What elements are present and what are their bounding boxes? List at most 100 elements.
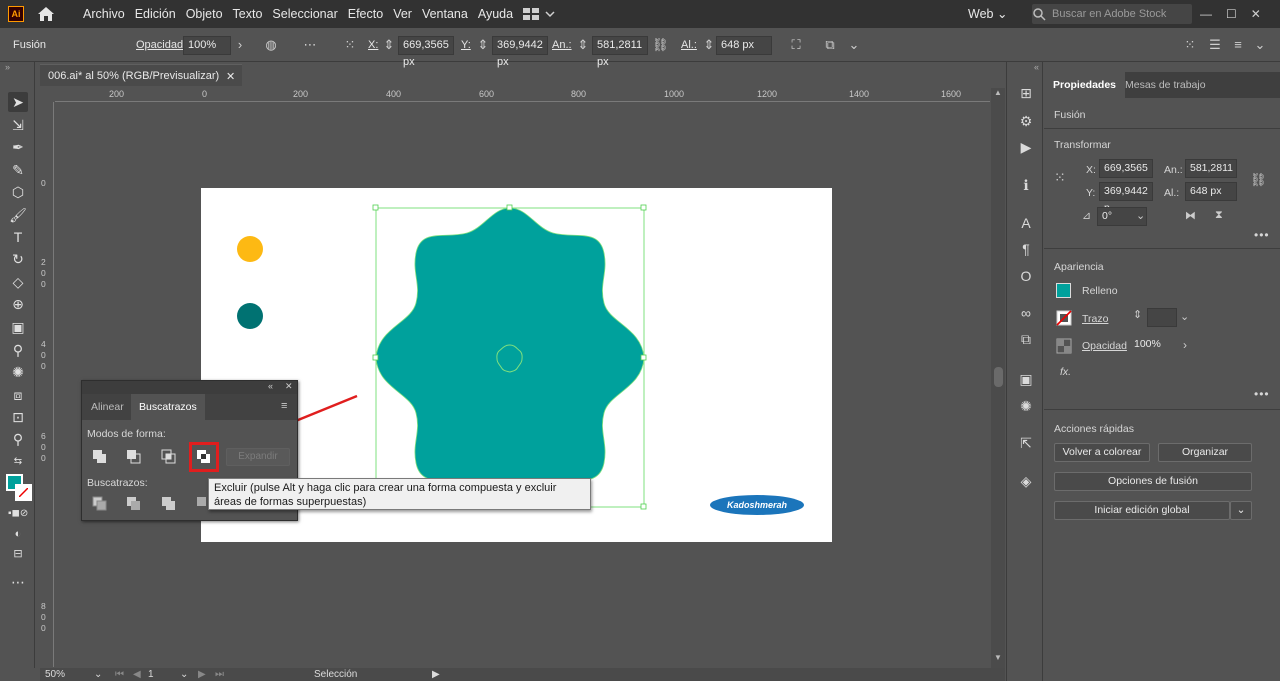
opacity-label[interactable]: Opacidad: [1082, 340, 1127, 352]
menu-ayuda[interactable]: Ayuda: [473, 0, 518, 28]
tab-pathfinder[interactable]: Buscatrazos: [131, 394, 205, 420]
opacity-label[interactable]: Opacidad:: [136, 39, 186, 51]
stroke-label[interactable]: Trazo: [1082, 313, 1108, 325]
scroll-thumb[interactable]: [994, 367, 1003, 387]
horizontal-ruler[interactable]: 200 0 200 400 600 800 1000 1200 1400 160…: [55, 88, 990, 102]
character-icon[interactable]: A: [1017, 214, 1035, 232]
symbol-sprayer-tool-icon[interactable]: ✺: [8, 362, 28, 382]
zoom-tool-icon[interactable]: ⚲: [8, 429, 28, 449]
yellow-circle[interactable]: [237, 236, 263, 262]
chevron-down-icon[interactable]: ⌄: [1180, 310, 1189, 323]
collapse-panel-icon[interactable]: «: [268, 381, 273, 391]
dark-teal-circle[interactable]: [237, 303, 263, 329]
h-stepper-icon[interactable]: ⇕: [701, 37, 717, 53]
layers-icon[interactable]: ◈: [1017, 472, 1035, 490]
chevron-right-icon[interactable]: ›: [1183, 338, 1187, 352]
rotate-tool-icon[interactable]: ↻: [8, 249, 28, 269]
opacity-field[interactable]: 100%: [183, 36, 231, 55]
collapse-icon[interactable]: «: [1034, 62, 1039, 72]
menu-texto[interactable]: Texto: [228, 0, 268, 28]
pen-tool-icon[interactable]: ✒: [8, 137, 28, 157]
curvature-tool-icon[interactable]: ✎: [8, 160, 28, 180]
zoom-level[interactable]: 50%: [45, 669, 65, 680]
export-icon[interactable]: ⇱: [1017, 434, 1035, 452]
menu-icon[interactable]: ≡: [1230, 37, 1246, 53]
draw-mode-icon[interactable]: ◐: [8, 524, 28, 544]
appearance-icon[interactable]: ✺: [1017, 397, 1035, 415]
global-edit-dropdown[interactable]: ⌄: [1230, 501, 1252, 520]
stroke-stepper-icon[interactable]: ⇕: [1133, 308, 1142, 321]
w-field[interactable]: 581,2811 px: [592, 36, 648, 68]
menu-efecto[interactable]: Efecto: [343, 0, 388, 28]
eyedropper-tool-icon[interactable]: ⚲: [8, 340, 28, 360]
close-panel-icon[interactable]: ✕: [285, 381, 293, 392]
brush-tool-icon[interactable]: 🖌: [8, 205, 28, 225]
stock-search-input[interactable]: Buscar en Adobe Stock: [1032, 4, 1192, 24]
trim-icon[interactable]: [125, 495, 143, 513]
direct-selection-tool-icon[interactable]: ⇲: [8, 115, 28, 135]
libraries-icon[interactable]: ⊞: [1017, 84, 1035, 102]
type-tool-icon[interactable]: T: [8, 227, 28, 247]
info-icon[interactable]: ℹ: [1017, 176, 1035, 194]
menu-ver[interactable]: Ver: [388, 0, 417, 28]
minus-front-icon[interactable]: [125, 448, 143, 466]
w-field[interactable]: 581,2811 p: [1185, 159, 1237, 191]
isolate-icon[interactable]: ⧉: [822, 37, 838, 53]
y-field[interactable]: 369,9442 px: [492, 36, 548, 68]
link-proportions-icon[interactable]: ⛓: [1250, 172, 1267, 188]
merge-icon[interactable]: [160, 495, 178, 513]
home-icon[interactable]: [37, 6, 55, 22]
recolor-button[interactable]: Volver a colorear: [1054, 443, 1150, 462]
chevron-right-icon[interactable]: ›: [232, 37, 248, 53]
scalloped-flower-shape[interactable]: [375, 207, 645, 509]
gradient-tool-icon[interactable]: ▣: [8, 317, 28, 337]
link-proportions-icon[interactable]: ⛓: [652, 37, 669, 53]
menu-ventana[interactable]: Ventana: [417, 0, 473, 28]
screen-mode-icon[interactable]: ⊟: [8, 544, 28, 564]
align-to-icon[interactable]: ⋯: [302, 37, 318, 53]
panel-header[interactable]: « ✕: [82, 381, 297, 394]
arrange-button[interactable]: Organizar: [1158, 443, 1252, 462]
properties-icon[interactable]: ⚙: [1017, 112, 1035, 130]
artboard-number[interactable]: 1: [148, 669, 154, 680]
stroke-weight-field[interactable]: [1147, 308, 1177, 327]
y-field[interactable]: 369,9442 p: [1099, 182, 1153, 214]
fill-swatch[interactable]: [1056, 283, 1071, 298]
links-icon[interactable]: ∞: [1017, 304, 1035, 322]
scroll-down-icon[interactable]: ▼: [994, 653, 1002, 662]
opacity-icon[interactable]: [1056, 338, 1072, 354]
chevron-down-icon[interactable]: ⌄: [1136, 209, 1145, 222]
chevron-down-icon[interactable]: ⌄: [94, 669, 102, 680]
tab-properties[interactable]: Propiedades: [1044, 72, 1126, 98]
reference-point-icon[interactable]: ⁙: [1054, 169, 1066, 186]
menu-seleccionar[interactable]: Seleccionar: [267, 0, 342, 28]
reference-point-icon[interactable]: ⁙: [342, 37, 358, 53]
stroke-swatch[interactable]: [15, 484, 32, 501]
document-tab[interactable]: 006.ai* al 50% (RGB/Previsualizar) ✕: [40, 64, 242, 86]
close-window-icon[interactable]: ✕: [1251, 7, 1261, 21]
flip-horizontal-icon[interactable]: ⧓: [1185, 209, 1196, 222]
stroke-swatch[interactable]: [1056, 310, 1072, 326]
tab-align[interactable]: Alinear: [83, 394, 132, 420]
chevron-down-icon[interactable]: ⌄: [1252, 37, 1268, 53]
x-field[interactable]: 669,3565 px: [398, 36, 454, 68]
w-stepper-icon[interactable]: ⇕: [575, 37, 591, 53]
exclude-icon[interactable]: [195, 448, 213, 466]
next-artboard-icon[interactable]: ▶: [198, 669, 206, 680]
more-options-icon[interactable]: •••: [1254, 228, 1270, 242]
collapse-icon[interactable]: »: [5, 62, 10, 72]
menu-objeto[interactable]: Objeto: [181, 0, 228, 28]
swap-colors-icon[interactable]: ⇆: [8, 452, 28, 472]
flip-vertical-icon[interactable]: ⧗: [1215, 209, 1223, 222]
artboards-icon[interactable]: ⧉: [1017, 330, 1035, 348]
workspace-switcher[interactable]: Web ⌄: [968, 0, 1007, 28]
tab-artboards[interactable]: Mesas de trabajo: [1116, 72, 1215, 98]
shape-tool-icon[interactable]: ⬡: [8, 182, 28, 202]
eraser-tool-icon[interactable]: ◇: [8, 272, 28, 292]
y-stepper-icon[interactable]: ⇕: [475, 37, 491, 53]
selection-tool-icon[interactable]: ➤: [8, 92, 28, 112]
h-field[interactable]: 648 px: [1185, 182, 1237, 201]
arrange-documents-icon[interactable]: [522, 7, 556, 21]
panel-options-icon[interactable]: ☰: [1207, 37, 1223, 53]
image-trace-icon[interactable]: ▣: [1017, 370, 1035, 388]
